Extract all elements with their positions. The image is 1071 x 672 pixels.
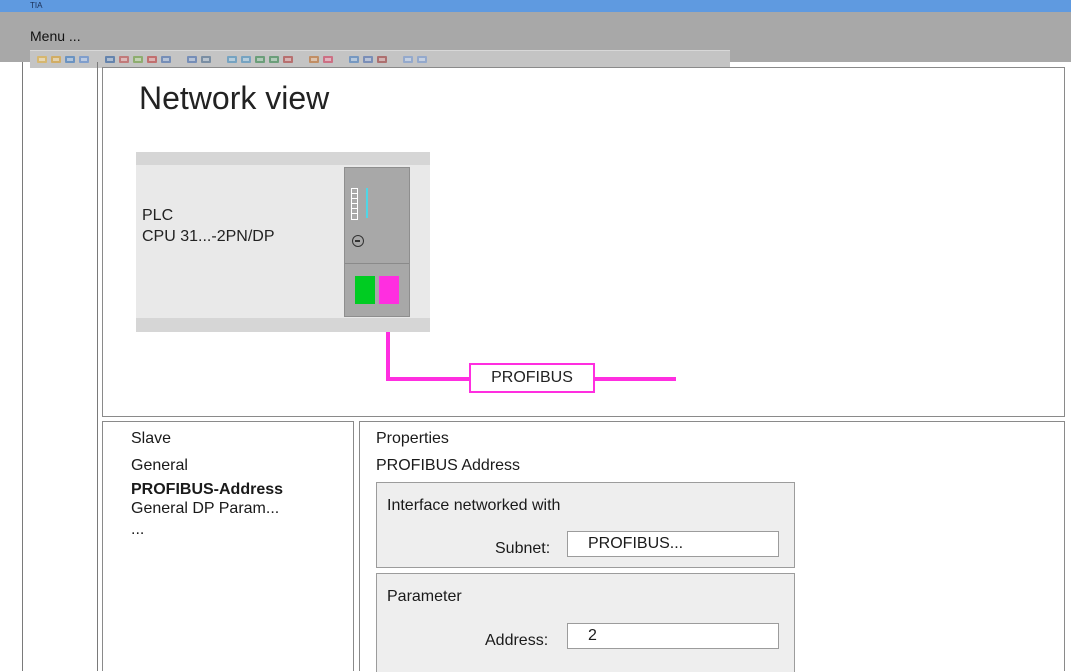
nav-item-general[interactable]: General [131,457,188,475]
open-icon[interactable] [50,54,62,65]
nav-item-profibus-address[interactable]: PROFIBUS-Address [131,481,283,499]
interface-group-label: Interface networked with [387,497,561,514]
nav-item-general-dp-parameters[interactable]: General DP Param... [131,500,279,518]
interface-group: Interface networked with Subnet: PROFIBU… [376,482,795,568]
address-field[interactable]: 2 [567,623,779,649]
properties-title: Properties [376,430,449,447]
upload-icon[interactable] [240,54,252,65]
print-icon[interactable] [78,54,90,65]
new-icon[interactable] [36,54,48,65]
network-view-panel: Network view PLC CPU 31...-2PN/DP PROFIB… [102,67,1065,417]
copy-icon[interactable] [118,54,130,65]
subnet-field[interactable]: PROFIBUS... [567,531,779,557]
download-icon[interactable] [226,54,238,65]
redo-icon[interactable] [186,54,198,65]
properties-subtitle: PROFIBUS Address [376,457,521,474]
title-bar: TIA [0,0,1071,12]
online-icon[interactable] [254,54,266,65]
paste-icon[interactable] [132,54,144,65]
slave-title: Slave [131,430,172,447]
left-gutter-divider [22,62,23,671]
slave-navigation-panel: Slave General PROFIBUS-Address General D… [102,421,354,671]
profibus-subnet-label[interactable]: PROFIBUS [469,363,595,393]
nav-item-more[interactable]: ... [131,521,144,539]
menu-bar: Menu ... [0,12,1071,68]
delete-icon[interactable] [146,54,158,65]
undo-icon[interactable] [160,54,172,65]
cross-reference-icon[interactable] [362,54,374,65]
save-icon[interactable] [64,54,76,65]
app-title: TIA [30,1,43,10]
parameter-group-label: Parameter [387,588,462,605]
compare-icon[interactable] [348,54,360,65]
split-vertical-icon[interactable] [416,54,428,65]
address-label: Address: [485,632,549,649]
connect-icon[interactable] [322,54,334,65]
properties-panel: Properties PROFIBUS Address Interface ne… [359,421,1065,672]
cut-icon[interactable] [104,54,116,65]
monitor-icon[interactable] [308,54,320,65]
menu-button[interactable]: Menu ... [30,28,81,44]
parameter-group: Parameter Address: 2 [376,573,795,672]
navigation-column-divider [97,62,98,671]
diagnostics-icon[interactable] [282,54,294,65]
subnet-label: Subnet: [495,540,551,557]
close-icon[interactable] [376,54,388,65]
compile-icon[interactable] [200,54,212,65]
offline-icon[interactable] [268,54,280,65]
toolbar [30,50,730,68]
split-horizontal-icon[interactable] [402,54,414,65]
